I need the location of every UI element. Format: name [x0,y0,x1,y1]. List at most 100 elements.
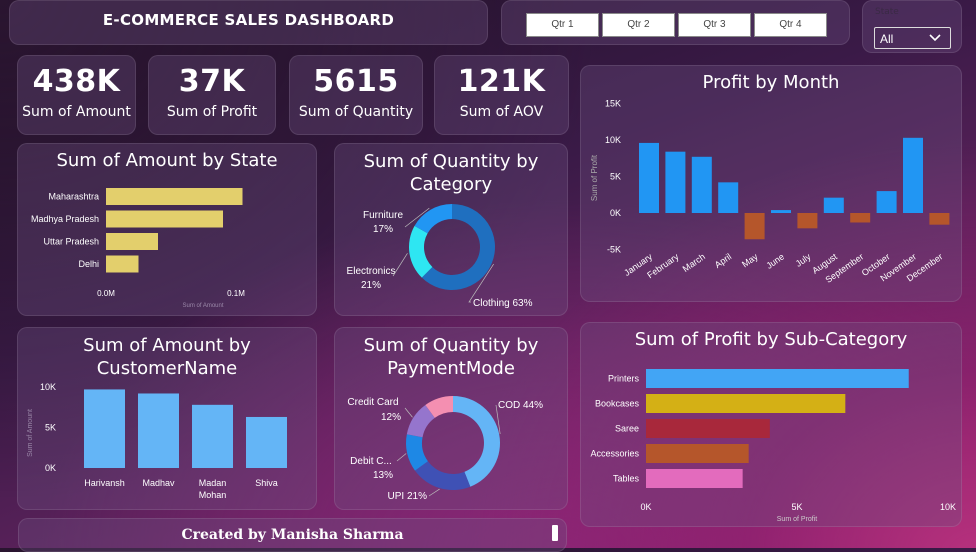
x-tick-label: June [764,251,786,270]
bar [744,213,765,240]
leader-line [428,488,440,497]
x-axis-label: Sum of Amount [182,303,223,309]
x-tick-label: 0K [640,502,651,512]
y-tick-label: 5K [45,423,56,433]
header-panel: E-COMMERCE SALES DASHBOARD [9,0,488,45]
bar [138,393,179,468]
state-dropdown-value: All [880,32,894,46]
bar [823,197,844,213]
qtr1-button[interactable]: Qtr 1 [526,13,599,37]
x-tick-label: Madhav [142,478,175,488]
x-tick-label: Shiva [255,478,278,488]
x-axis-label: Sum of Profit [777,516,818,523]
slice-pct: 21% [361,280,381,291]
bar [718,182,739,213]
kpi-value: 121K [457,64,546,99]
kpi-label: Sum of Profit [166,104,258,120]
bar [665,151,686,213]
bar [246,416,287,468]
state-slicer: State All [862,0,962,53]
y-tick-label: Saree [615,424,639,434]
bar [771,210,791,213]
x-tick-label: Mohan [199,490,227,500]
quantity-by-paymentmode-card: Sum of Quantity by PaymentMode COD 44% UP… [334,327,568,510]
donut-slice [414,204,452,234]
x-tick-label: March [681,251,707,274]
profit-by-subcategory-card: Sum of Profit by Sub-Category Printers Bo… [580,322,962,527]
profit-by-month-card: Profit by Month 15K 10K 5K 0K -5K Sum of Prof… [580,65,962,302]
slice-pct: 12% [381,412,401,423]
slice-label: Debit C... [350,456,392,467]
y-tick-label: Accessories [590,449,639,459]
qtr4-button[interactable]: Qtr 4 [754,13,827,37]
kpi-label: Sum of AOV [459,104,544,120]
creator-credit: Created by Manisha Sharma [181,527,404,543]
x-tick-label: May [740,251,760,269]
x-tick-label: April [713,251,733,270]
bar [929,213,950,225]
bar [106,210,223,228]
slice-label: Electronics [347,266,396,277]
slice-label: COD 44% [498,400,543,411]
bar [84,389,125,468]
y-axis-label: Sum of Amount [27,409,34,457]
quantity-by-paymentmode-chart: COD 44% UPI 21% Debit C... 13% Credit Card 12… [347,396,543,502]
bar [646,444,749,463]
bar [646,394,846,413]
bar [850,213,871,223]
quarter-slicer: Qtr 1 Qtr 2 Qtr 3 Qtr 4 [501,0,850,45]
y-tick-label: Madhya Pradesh [31,214,99,224]
donut-slice [453,396,500,487]
y-tick-label: 0K [610,208,621,218]
bar [106,255,139,273]
amount-by-customer-card: Sum of Amount by CustomerName 10K 5K 0K Sum… [17,327,317,510]
footer-panel: Created by Manisha Sharma [18,518,567,552]
state-slicer-label: State [875,7,899,17]
slice-pct: 13% [373,470,393,481]
kpi-card-aov: 121K Sum of AOV [434,55,569,135]
qtr2-button[interactable]: Qtr 2 [602,13,675,37]
amount-by-state-card: Sum of Amount by State Maharashtra Madhya… [17,143,317,316]
bar [903,137,923,213]
amount-by-state-chart: Maharashtra Madhya Pradesh Uttar Pradesh De… [31,188,245,309]
quantity-by-category-chart: Clothing 63% Electronics 21% Furniture 17% [347,204,533,309]
y-tick-label: 15K [605,99,621,109]
kpi-label: Sum of Amount [22,104,131,120]
profit-by-month-chart: 15K10K5K0K-5KSum of ProfitJanuaryFebruar… [590,99,950,285]
slice-pct: 17% [373,224,393,235]
bar [646,369,909,388]
slice-label: UPI 21% [388,491,428,502]
profit-by-subcategory-chart: Printers Bookcases Saree Accessories Tables 0… [590,369,956,523]
chevron-down-icon [928,30,942,49]
y-tick-label: Maharashtra [48,192,99,202]
state-dropdown[interactable]: All [874,27,951,49]
bar [646,419,770,438]
kpi-card-amount: 438K Sum of Amount [17,55,136,135]
bar [691,156,712,213]
x-tick-label: 5K [791,502,802,512]
y-tick-label: Uttar Pradesh [43,237,99,247]
donut-slice [414,461,471,490]
y-tick-label: 10K [605,135,621,145]
y-tick-label: 10K [40,382,56,392]
quantity-by-category-card: Sum of Quantity by Category Clothing 63%… [334,143,568,316]
kpi-value: 5615 [313,64,399,99]
bar [646,469,743,488]
x-tick-label: Madan [199,478,227,488]
kpi-value: 37K [178,64,246,99]
amount-by-customer-chart: 10K 5K 0K Sum of Amount Harivansh Madhav Madan… [27,382,287,500]
kpi-card-profit: 37K Sum of Profit [148,55,276,135]
x-tick-label: 10K [940,502,956,512]
dashboard-title: E-COMMERCE SALES DASHBOARD [102,11,395,29]
y-tick-label: -5K [607,245,621,255]
scrollbar-handle[interactable] [552,525,558,541]
qtr3-button[interactable]: Qtr 3 [678,13,751,37]
y-tick-label: 5K [610,172,621,182]
leader-line [392,253,408,277]
kpi-value: 438K [32,64,121,99]
bar [797,213,818,229]
y-tick-label: Bookcases [595,399,640,409]
y-tick-label: Tables [613,474,640,484]
bar [192,404,233,468]
x-tick-label: Harivansh [84,478,125,488]
